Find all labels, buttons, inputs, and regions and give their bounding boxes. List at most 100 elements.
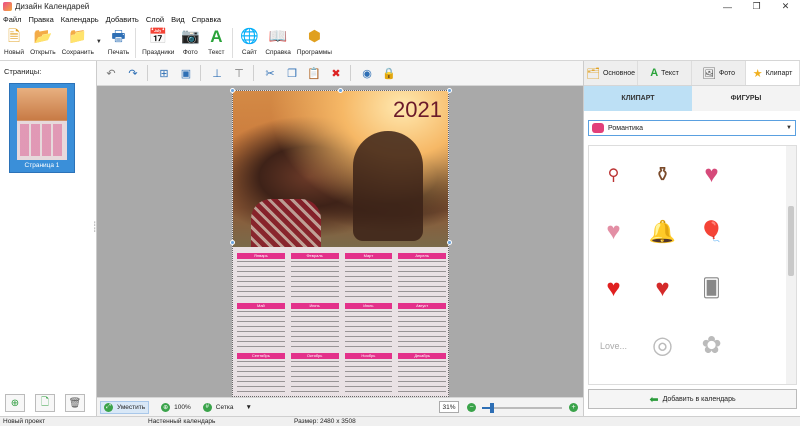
month-block[interactable]: Февраль — [290, 253, 339, 297]
print-button[interactable]: 🖶 Печать — [108, 25, 129, 56]
clipart-item[interactable]: ♥ — [638, 260, 687, 317]
resize-handle[interactable] — [230, 240, 235, 245]
tab-text[interactable]: A Текст — [638, 61, 692, 85]
site-button[interactable]: 🌐 Сайт — [239, 25, 259, 56]
page-thumbnail[interactable]: Страница 1 — [9, 83, 75, 173]
subtab-clipart[interactable]: КЛИПАРТ — [584, 86, 692, 111]
tab-basic[interactable]: 🗂 Основное — [584, 61, 638, 85]
resize-handle[interactable] — [447, 88, 452, 93]
clipart-item[interactable]: Love... — [589, 317, 638, 374]
bring-forward-button[interactable]: ⊥ — [209, 65, 225, 81]
month-block[interactable]: Июнь — [290, 303, 339, 347]
title-bar: Дизайн Календарей — ❐ ✕ — [0, 0, 800, 13]
delete-page-button[interactable]: 🗑 — [65, 394, 85, 412]
resize-handle[interactable] — [447, 240, 452, 245]
flower-icon: ✿ — [701, 332, 722, 359]
open-button[interactable]: 📂 Открыть — [30, 25, 56, 56]
clipart-item[interactable]: ♥ — [589, 203, 638, 260]
cut-button[interactable]: ✂ — [262, 65, 278, 81]
zoom-in-icon[interactable]: + — [569, 403, 578, 412]
subtab-shapes[interactable]: ФИГУРЫ — [692, 86, 800, 111]
menu-add[interactable]: Добавить — [106, 15, 139, 24]
month-block[interactable]: Ноябрь — [344, 353, 393, 396]
add-page-copy-button[interactable]: 🗋 — [35, 394, 55, 412]
zoom-out-icon[interactable]: − — [467, 403, 476, 412]
zoom-value-field[interactable]: 31% — [439, 401, 459, 413]
add-image-button[interactable]: ⊞ — [156, 65, 172, 81]
add-to-calendar-button[interactable]: ⬅ Добавить в календарь — [588, 389, 797, 409]
save-button[interactable]: 📁 Сохранить — [62, 25, 94, 56]
clipart-item[interactable] — [736, 317, 785, 374]
clipart-item[interactable]: ⚲ — [589, 146, 638, 203]
editor-canvas[interactable]: 2021 Январь Февраль Март Апрель Май Июнь… — [97, 86, 583, 397]
text-a-icon: A — [650, 67, 659, 79]
month-block[interactable]: Март — [344, 253, 393, 297]
zoom-100-button[interactable]: ⊕ 100% — [161, 402, 191, 412]
month-block[interactable]: Декабрь — [398, 353, 446, 396]
resize-handle[interactable] — [338, 88, 343, 93]
paste-button[interactable]: 📋 — [306, 65, 322, 81]
clipart-item[interactable]: ⚱ — [638, 146, 687, 203]
calendar-page[interactable]: 2021 Январь Февраль Март Апрель Май Июнь… — [232, 90, 449, 397]
month-block[interactable]: Сентябрь — [237, 353, 285, 396]
month-block[interactable]: Январь — [237, 253, 285, 297]
tab-photo[interactable]: 🖼 Фото — [692, 61, 746, 85]
clipart-item[interactable]: ♥ — [589, 260, 638, 317]
help-button[interactable]: 📖 Справка — [265, 25, 291, 56]
category-select[interactable]: Романтика ▼ — [588, 120, 796, 136]
text-button[interactable]: A Текст — [206, 25, 226, 56]
menu-file[interactable]: Файл — [3, 15, 21, 24]
close-button[interactable]: ✕ — [771, 0, 800, 13]
zoom-slider-knob[interactable] — [489, 403, 494, 413]
grid-dropdown-arrow-icon[interactable]: ▼ — [245, 404, 251, 411]
clipart-item[interactable] — [736, 260, 785, 317]
menu-calendar[interactable]: Календарь — [61, 15, 99, 24]
zoom-slider[interactable] — [482, 403, 562, 413]
holidays-button[interactable]: 📅 Праздники — [142, 25, 174, 56]
photo-button[interactable]: 📷 Фото — [180, 25, 200, 56]
year-title[interactable]: 2021 — [393, 97, 442, 123]
month-block[interactable]: Июль — [344, 303, 393, 347]
copy-button[interactable]: ❐ — [284, 65, 300, 81]
undo-button[interactable]: ↶ — [103, 65, 119, 81]
thumbnail-calendar-grid — [20, 124, 64, 156]
new-button[interactable]: 🗎 Новый — [4, 25, 24, 56]
menu-view[interactable]: Вид — [171, 15, 185, 24]
delete-button[interactable]: ✖ — [328, 65, 344, 81]
clipart-item[interactable]: 🔔 — [638, 203, 687, 260]
pages-panel: Страницы: Страница 1 ⊕ 🗋 🗑 — [0, 61, 97, 416]
redo-button[interactable]: ↷ — [125, 65, 141, 81]
edit-toolbar: ↶ ↷ ⊞ ▣ ⊥ ⊤ ✂ ❐ 📋 ✖ ◉ 🔒 — [97, 61, 583, 86]
insert-button[interactable]: ▣ — [178, 65, 194, 81]
window-title: Дизайн Календарей — [15, 2, 90, 11]
month-block[interactable]: Май — [237, 303, 285, 347]
save-dropdown-arrow-icon[interactable]: ▼ — [96, 39, 102, 45]
clipart-item[interactable] — [736, 146, 785, 203]
fit-button[interactable]: ⤢ Уместить — [100, 400, 150, 414]
tab-clipart[interactable]: ★ Клипарт — [746, 61, 800, 85]
month-block[interactable]: Октябрь — [290, 353, 339, 396]
menu-layer[interactable]: Слой — [146, 15, 164, 24]
clipart-item[interactable] — [736, 203, 785, 260]
lock-button[interactable]: 🔒 — [381, 65, 397, 81]
resize-handle[interactable] — [230, 88, 235, 93]
maximize-button[interactable]: ❐ — [742, 0, 771, 13]
gallery-scrollbar[interactable] — [786, 146, 796, 384]
send-backward-button[interactable]: ⊤ — [231, 65, 247, 81]
month-block[interactable]: Август — [398, 303, 446, 347]
menu-help[interactable]: Справка — [192, 15, 221, 24]
clipart-item[interactable]: 🂠 — [687, 260, 736, 317]
scrollbar-thumb[interactable] — [788, 206, 794, 276]
programs-button[interactable]: ⬢ Программы — [297, 25, 332, 56]
clipart-item[interactable]: ✿ — [687, 317, 736, 374]
properties-button[interactable]: ◉ — [359, 65, 375, 81]
clipart-item[interactable]: 🎈 — [687, 203, 736, 260]
month-block[interactable]: Апрель — [398, 253, 446, 297]
clipart-item[interactable]: ♥ — [687, 146, 736, 203]
menu-edit[interactable]: Правка — [28, 15, 53, 24]
minimize-button[interactable]: — — [713, 0, 742, 13]
grid-button[interactable]: # Сетка — [202, 402, 233, 412]
add-page-button[interactable]: ⊕ — [5, 394, 25, 412]
couple-photo[interactable]: 2021 — [233, 91, 448, 247]
clipart-item[interactable]: ◎ — [638, 317, 687, 374]
